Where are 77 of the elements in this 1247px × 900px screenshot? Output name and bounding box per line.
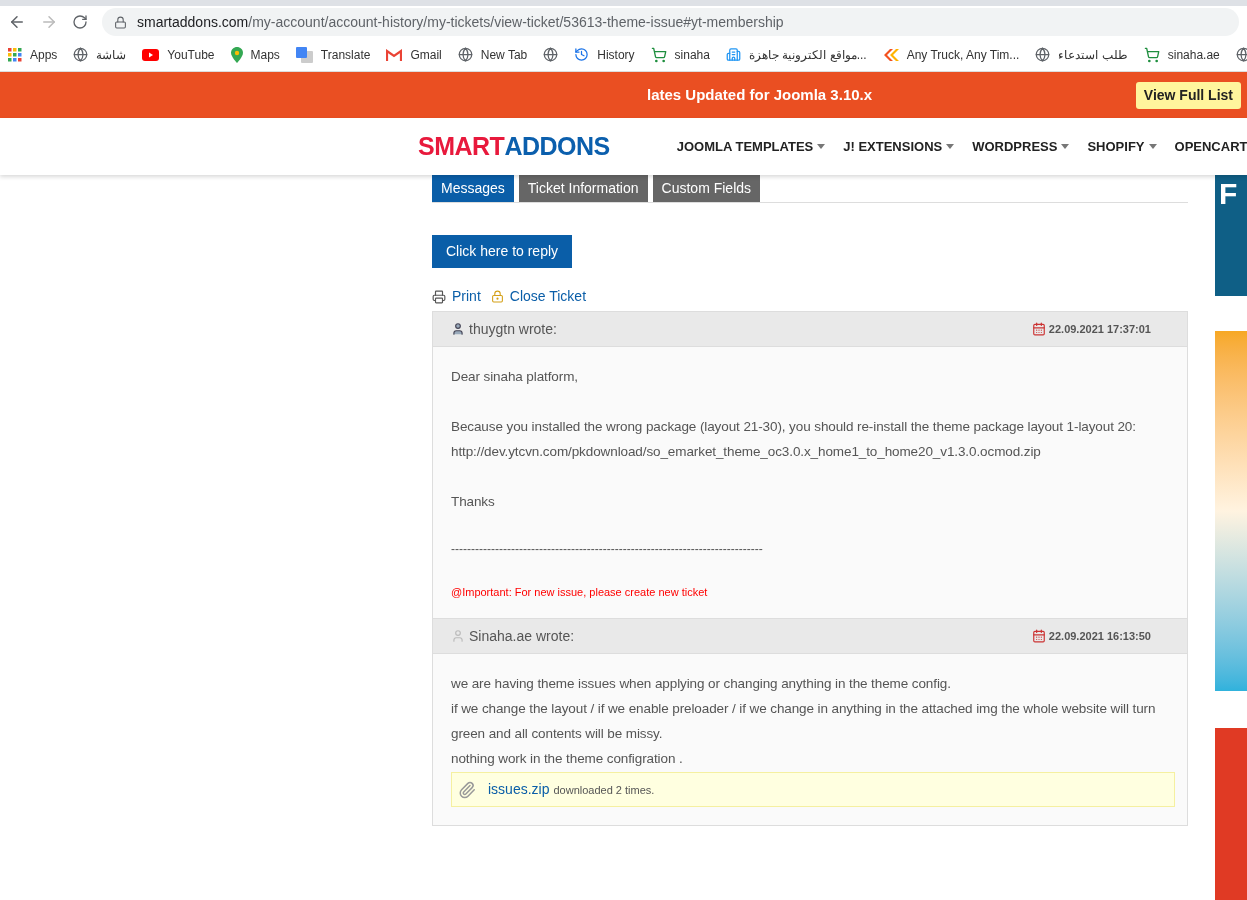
caret-icon [817,144,826,149]
printer-icon [432,289,446,304]
tab[interactable]: Ticket Information [518,175,648,202]
translate-icon [295,46,313,63]
bookmark[interactable]: Apps [8,45,58,64]
bookmark[interactable]: sinaha [650,45,710,64]
date-text: 22.09.2021 16:13:50 [1048,628,1151,644]
lock-icon [490,290,504,303]
nav-menu-item[interactable]: WORDPRESS [972,136,1070,157]
cart-icon [1143,46,1160,63]
caret-icon [1148,144,1157,149]
bookmark[interactable]: Translate [295,45,371,64]
mail-icon [386,48,403,61]
message-text: Thanks [451,493,496,511]
paperclip-icon [458,780,476,799]
nav-menu-item[interactable]: J! EXTENSIONS [843,136,955,157]
calendar-icon [1031,629,1046,643]
bookmark[interactable]: شاشة [73,45,127,64]
message-text: Dear sinaha platform, [451,368,579,386]
message-text: we are having theme issues when applying or changing anything in the theme config. [451,675,952,693]
back-icon[interactable] [8,13,26,31]
reply-button[interactable]: Click here to reply [432,235,573,268]
bookmark[interactable]: Gmail [386,45,442,64]
nav-menu-item[interactable]: SHOPIFY [1087,136,1157,157]
bookmark[interactable]: مواقع الكترونية جاهزة... [726,45,867,64]
bookmark[interactable]: YouTube [142,45,215,64]
tab[interactable]: Custom Fields [652,175,761,202]
separator-line-text: ------------------------------------------------------------------------------ [451,541,764,558]
bookmark[interactable] [543,47,559,62]
play-icon [142,48,160,61]
reload-icon[interactable] [72,14,88,30]
message-text: Because you installed the wrong package (layout 21-30), you should re-install the theme package layout 1-layout 20: [451,418,1137,436]
author-text: thuygtn wrote: [469,319,557,339]
logo-text: SMART [418,130,505,162]
logo-text: ADDONS [504,130,610,162]
caret-icon [1061,144,1070,149]
action-link[interactable]: Print [452,286,481,307]
bookmark[interactable] [1235,47,1247,62]
bookmark[interactable]: History [574,45,635,64]
bookmark[interactable]: طلب استدعاء [1035,45,1128,64]
author-text: Sinaha.ae wrote: [469,626,575,646]
globe-icon [543,47,559,62]
globe-icon [1235,47,1247,62]
bookmark[interactable]: New Tab [457,45,528,64]
history-icon [574,47,590,62]
calendar-icon [1031,322,1046,336]
globe-icon [457,47,473,62]
bookmark[interactable]: sinaha.ae [1143,45,1220,64]
view-full-list-button[interactable]: View Full List [1135,81,1241,109]
announcement-text: lates Updated for Joomla 3.10.x [647,84,873,105]
message-text: if we change the layout / if we enable preloader / if we change in anything in the attached img the whole website will turn green and all contents will be missy. [451,700,1157,743]
attachment-link[interactable]: issues.zip [488,779,550,800]
nav-menu-item[interactable]: JOOMLA TEMPLATES [676,136,826,157]
message-text: http://dev.ytcvn.com/pkdownload/so_emarket_theme_oc3.0.x_home1_to_home20_v1.3.0.ocmod.zip [451,443,1042,461]
nav-menu-item[interactable]: OPENCART [1174,136,1247,157]
person-icon [451,322,465,336]
address-bar[interactable]: smartaddons.com/my-account/account-history/my-tickets/view-ticket/53613-theme-issue#yt-membership [102,8,1239,36]
download-count-text: downloaded 2 times. [553,783,655,798]
globe-icon [1035,47,1051,62]
person-icon [451,629,465,643]
bookmark[interactable]: Any Truck, Any Tim... [882,45,1020,64]
notice-text: @Important: For new issue, please create new ticket [451,585,709,600]
map-pin-icon [230,46,243,63]
chevrons-icon [882,48,899,61]
caret-icon [946,144,955,149]
date-text: 22.09.2021 17:37:01 [1048,321,1151,337]
lock-icon [114,15,127,29]
url-text: smartaddons.com/my-account/account-history/my-tickets/view-ticket/53613-theme-issue#yt-membership [137,12,784,32]
message-text: nothing work in the theme configration . [451,750,684,768]
building-icon [726,47,741,62]
banner-text: F [1219,179,1238,209]
tab[interactable]: Messages [432,175,514,202]
bookmark[interactable]: Maps [230,45,280,64]
apps-grid-icon [8,47,22,62]
action-link[interactable]: Close Ticket [509,286,587,307]
globe-icon [73,47,89,62]
cart-icon [650,46,667,63]
